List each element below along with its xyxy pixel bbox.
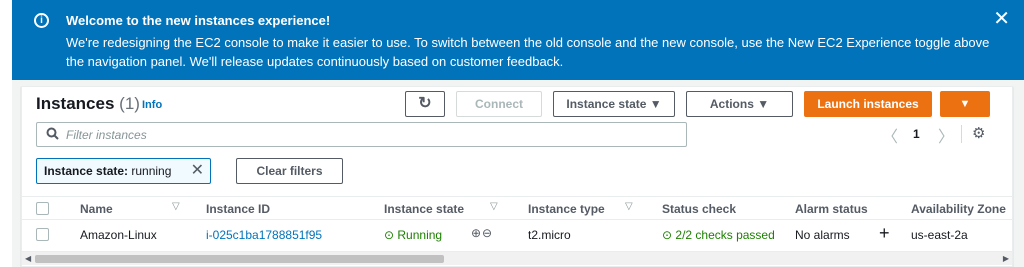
instance-type: t2.micro — [528, 228, 571, 242]
info-link[interactable]: Info — [142, 99, 162, 111]
availability-zone: us-east-2a — [911, 228, 968, 242]
connect-button[interactable]: Connect — [456, 91, 542, 117]
instance-name: Amazon-Linux — [80, 228, 157, 242]
previous-page-icon[interactable]: 〈 — [882, 123, 898, 147]
sort-icon[interactable]: ▽ — [172, 201, 180, 212]
column-name[interactable]: Name — [80, 202, 113, 216]
actions-dropdown[interactable]: Actions ▼ — [686, 91, 793, 117]
filter-token: Instance state: running ✕ — [36, 158, 211, 184]
remove-filter-icon[interactable]: ✕ — [191, 159, 204, 183]
filter-token-key: Instance state: — [44, 164, 129, 178]
column-instance-type[interactable]: Instance type — [528, 202, 605, 216]
clear-filters-button[interactable]: Clear filters — [236, 158, 343, 184]
current-page[interactable]: 1 — [913, 127, 920, 141]
sort-icon[interactable]: ▽ — [625, 201, 633, 212]
column-availability-zone[interactable]: Availability Zone — [911, 202, 1006, 216]
scroll-left-icon[interactable]: ◀ — [25, 254, 31, 263]
alarm-status: No alarms — [795, 228, 850, 242]
banner-body: We're redesigning the EC2 console to mak… — [66, 35, 990, 69]
instance-count: (1) — [119, 94, 140, 113]
search-placeholder: Filter instances — [66, 128, 147, 142]
instances-panel: Instances (1) Info ↻ Connect Instance st… — [21, 86, 1013, 267]
title-text: Instances — [36, 94, 115, 113]
gear-icon[interactable]: ⚙ — [972, 124, 985, 142]
horizontal-scrollbar[interactable]: ◀ ▶ — [22, 251, 1012, 265]
row-checkbox[interactable] — [36, 228, 49, 241]
nav-edge — [0, 0, 12, 267]
column-instance-id[interactable]: Instance ID — [206, 202, 270, 216]
next-page-icon[interactable]: 〉 — [938, 123, 954, 147]
page-title: Instances (1) — [36, 94, 140, 114]
filter-token-value: running — [128, 164, 172, 178]
search-icon — [46, 127, 59, 143]
select-all-checkbox[interactable] — [36, 202, 49, 215]
banner-title: Welcome to the new instances experience! — [66, 13, 331, 28]
launch-instances-button[interactable]: Launch instances — [804, 91, 932, 117]
close-icon[interactable]: ✕ — [993, 9, 1010, 29]
column-status-check[interactable]: Status check — [662, 202, 736, 216]
sort-icon[interactable]: ▽ — [490, 201, 498, 212]
search-input[interactable]: Filter instances — [36, 122, 687, 147]
refresh-button[interactable]: ↻ — [405, 91, 445, 117]
zoom-icons[interactable]: ⊕⊖ — [471, 226, 493, 240]
instance-id-link[interactable]: i-025c1ba1788851f95 — [206, 228, 322, 242]
column-alarm-status[interactable]: Alarm status — [795, 202, 868, 216]
launch-options-dropdown[interactable]: ▼ — [940, 91, 990, 117]
divider — [961, 125, 962, 143]
ec2-instances-page: i Welcome to the new instances experienc… — [0, 0, 1024, 267]
scroll-right-icon[interactable]: ▶ — [1003, 254, 1009, 263]
status-check: ⊙ 2/2 checks passed — [662, 228, 775, 242]
table-row[interactable]: Amazon-Linux i-025c1ba1788851f95 ⊙ Runni… — [22, 223, 1012, 247]
table-header: Name ▽ Instance ID Instance state ▽ Inst… — [22, 196, 1012, 220]
instance-state-dropdown[interactable]: Instance state ▼ — [553, 91, 675, 117]
info-icon: i — [34, 13, 49, 28]
welcome-banner: i Welcome to the new instances experienc… — [12, 0, 1024, 80]
instance-state-running: ⊙ Running — [384, 228, 443, 242]
column-instance-state[interactable]: Instance state — [384, 202, 464, 216]
add-alarm-icon[interactable]: + — [879, 223, 890, 244]
scroll-thumb[interactable] — [35, 255, 444, 263]
